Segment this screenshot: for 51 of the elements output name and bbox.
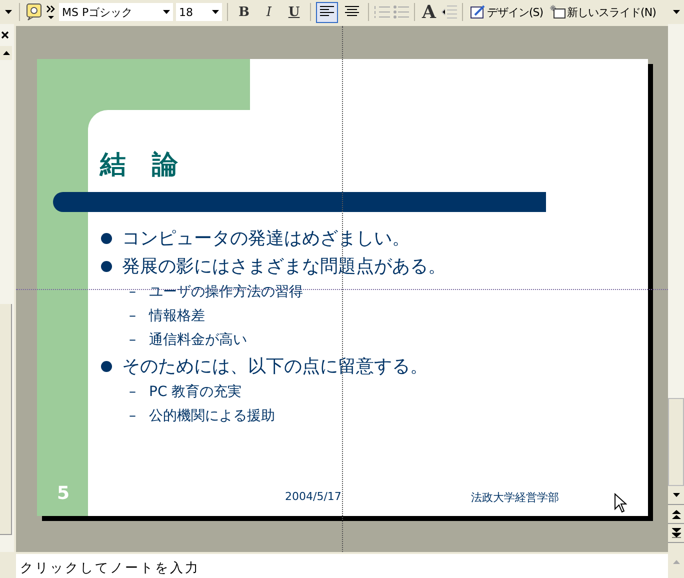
font-name-dropdown[interactable]: MS Pゴシック [59,3,173,21]
sub-bullet-text: 公的機関による援助 [149,407,275,425]
grow-font-button[interactable]: A [420,1,438,23]
format-button[interactable]: U [283,2,305,22]
new-slide-icon [550,5,566,19]
double-up-arrow-icon [672,510,680,518]
format-button[interactable]: B [233,2,255,22]
bullet-icon [101,360,112,372]
up-arrow-icon [672,560,680,564]
bullet-text: コンピュータの発達はめざましい。 [122,227,410,250]
sub-bullet-text: 情報格差 [149,307,205,325]
dash-marker: – [129,408,136,424]
up-arrow-icon [2,51,10,55]
down-arrow-icon [672,493,680,497]
scroll-up-button[interactable] [0,46,12,60]
dropdown-arrow-icon[interactable] [163,10,170,14]
font-name-value: MS Pゴシック [62,4,133,20]
bullet-icon [101,260,112,272]
slide-footer-text: 法政大学経営学部 [471,490,559,505]
dash-marker: – [129,284,136,300]
dropdown-arrow-icon[interactable] [212,10,219,14]
font-size-value: 18 [179,6,193,18]
bullet-text: 発展の影にはさまざまな問題点がある。 [122,255,446,278]
align-button[interactable] [316,2,338,22]
pen-icon [470,5,486,19]
design-button[interactable]: デザイン(S) [468,4,546,20]
dash-marker: – [129,384,136,400]
double-down-arrow-icon [672,528,680,538]
slide-date: 2004/5/17 [285,490,342,503]
indent-icon[interactable] [440,5,457,19]
sub-bullet-text: PC 教育の充実 [149,383,242,401]
scroll-thumb[interactable] [0,304,12,535]
help-icon[interactable] [25,3,43,21]
new-slide-button[interactable]: 新しいスライド(N) [548,4,658,20]
align-left-icon [320,6,334,18]
slide-title: 結 論 [100,149,178,182]
bullet-text: そのためには、以下の点に留意する。 [122,355,428,378]
notes-field[interactable]: クリックしてノートを入力 [16,554,668,578]
scroll-thumb[interactable] [668,398,684,486]
sub-bullet-text: 通信料金が高い [149,331,247,349]
chevron-icon[interactable] [46,4,56,20]
close-icon[interactable] [1,31,9,39]
dash-marker: – [129,332,136,348]
align-center-icon [345,6,359,18]
format-button[interactable]: I [258,2,280,22]
font-size-dropdown[interactable]: 18 [176,3,222,21]
dash-marker: – [129,308,136,324]
notes-placeholder: クリックしてノートを入力 [20,560,200,577]
slide-number: 5 [57,483,70,504]
bullet-icon [101,232,112,244]
mouse-pointer-icon [614,493,627,513]
